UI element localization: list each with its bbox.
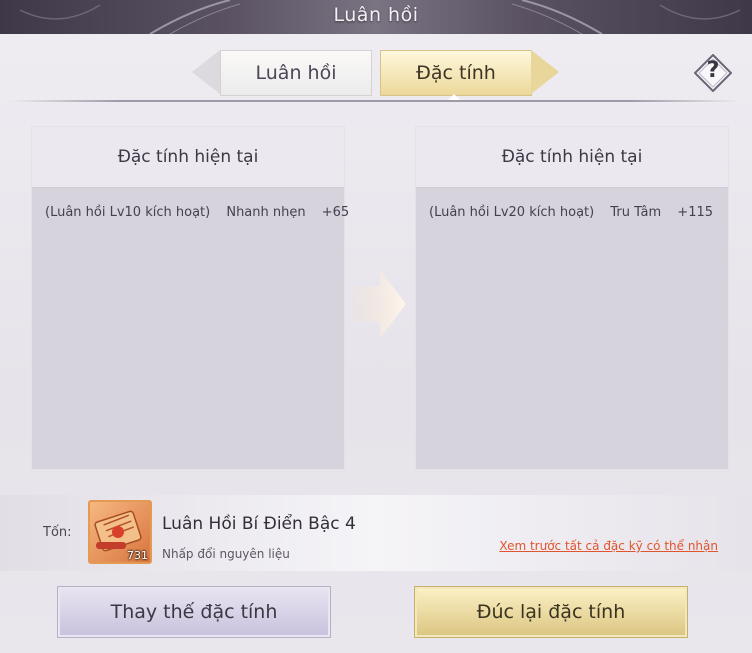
trait-source-right: (Luân hồi Lv20 kích hoạt) [429, 205, 595, 220]
trait-value-left: +65 [321, 205, 350, 220]
replace-trait-button[interactable]: Thay thế đặc tính [58, 587, 330, 637]
tab-divider [10, 100, 740, 102]
tab-right-ornament [531, 50, 559, 94]
item-count: 731 [127, 549, 148, 562]
material-exchange-hint[interactable]: Nhấp đổi nguyên liệu [162, 547, 290, 561]
trait-value-right: +115 [677, 205, 714, 220]
panel-title-left: Đặc tính hiện tại [32, 127, 344, 188]
current-trait-panel-right: Đặc tính hiện tại (Luân hồi Lv20 kích ho… [415, 126, 729, 470]
trait-line-left: (Luân hồi Lv10 kích hoạt) Nhanh nhẹn +65 [45, 205, 361, 220]
cost-label: Tốn: [43, 525, 72, 540]
help-label: ? [706, 58, 720, 83]
panel-title-right: Đặc tính hiện tại [416, 127, 728, 188]
trait-stat-right: Tru Tâm [610, 205, 662, 220]
tab-dac-tinh[interactable]: Đặc tính [380, 50, 532, 96]
tab-luan-hoi[interactable]: Luân hồi [220, 50, 372, 96]
help-button[interactable]: ? [694, 54, 732, 92]
recast-trait-button[interactable]: Đúc lại đặc tính [415, 587, 687, 637]
trait-source-left: (Luân hồi Lv10 kích hoạt) [45, 205, 211, 220]
window-title: Luân hồi [333, 4, 419, 26]
trait-stat-left: Nhanh nhẹn [226, 205, 306, 220]
tab-left-ornament [192, 50, 220, 94]
material-item-slot[interactable]: 731 [88, 500, 152, 564]
current-trait-panel-left: Đặc tính hiện tại (Luân hồi Lv10 kích ho… [31, 126, 349, 470]
material-item-name: Luân Hồi Bí Điển Bậc 4 [162, 514, 356, 534]
arrow-right-icon [352, 270, 406, 338]
preview-all-traits-link[interactable]: Xem trước tất cả đặc kỹ có thể nhận [499, 539, 718, 553]
title-banner: Luân hồi [0, 0, 752, 34]
trait-line-right: (Luân hồi Lv20 kích hoạt) Tru Tâm +115 [429, 205, 725, 220]
